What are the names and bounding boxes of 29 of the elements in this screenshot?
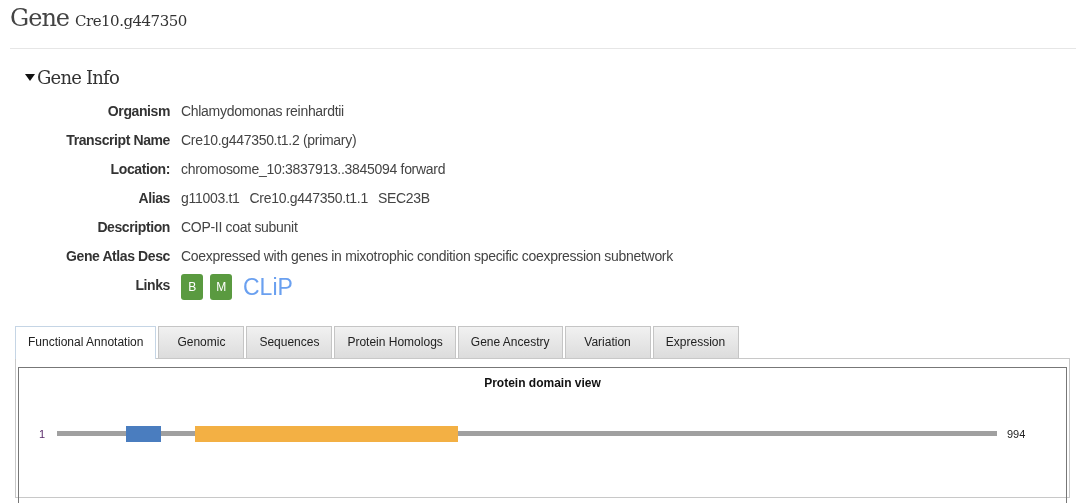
end-label: 994: [1007, 428, 1026, 440]
field-value: Coexpressed with genes in mixotrophic condition specific coexpression subnetwork: [181, 247, 673, 266]
field-value: SEC23B: [377, 189, 430, 208]
tab[interactable]: Functional Annotation: [15, 326, 157, 359]
caret-icon[interactable]: [25, 73, 35, 81]
tab[interactable]: Variation: [564, 326, 651, 358]
field-label: Alias: [137, 189, 170, 208]
field-label: Location:: [109, 160, 170, 179]
page-title: Gene: [10, 4, 70, 32]
field-value: g11003.t1: [181, 189, 240, 208]
tab[interactable]: Genomic: [158, 326, 245, 358]
field-label: Links: [134, 276, 170, 295]
field-label: Gene Atlas Desc: [65, 247, 170, 266]
gene-id: Cre10.g447350: [75, 12, 187, 30]
field-value: chromosome_10:3837913..3845094 forward: [181, 160, 446, 179]
tab[interactable]: Expression: [652, 326, 739, 358]
field-label: Organism: [106, 102, 170, 121]
field-value: Cre10.g447350.t1.2 (primary): [181, 131, 357, 150]
field-value: COP-II coat subunit: [181, 218, 298, 237]
field-value: Cre10.g447350.t1.1: [249, 189, 368, 208]
field-label: Description: [96, 218, 170, 237]
section-title[interactable]: Gene Info: [37, 66, 119, 88]
field-value: Chlamydomonas reinhardtii: [181, 102, 344, 121]
field-label: Transcript Name: [65, 131, 170, 150]
tab[interactable]: Sequences: [246, 326, 333, 358]
chart-title: Protein domain view: [483, 376, 602, 390]
tab[interactable]: Protein Homologs: [334, 326, 456, 358]
tab[interactable]: Gene Ancestry: [457, 326, 563, 358]
start-label: 1: [39, 428, 47, 440]
